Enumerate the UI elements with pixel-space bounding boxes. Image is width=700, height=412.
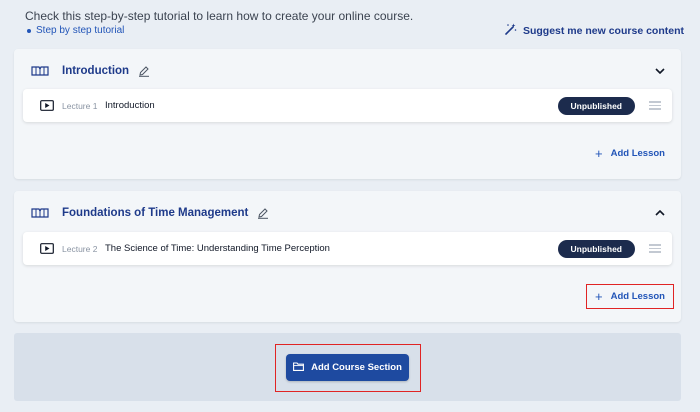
suggest-content-button[interactable]: Suggest me new course content <box>504 23 684 39</box>
course-section-foundations: Foundations of Time Management Lecture 2… <box>14 191 681 322</box>
plus-icon: + <box>595 146 603 161</box>
drag-handle-icon[interactable] <box>649 244 661 253</box>
book-icon <box>30 65 50 77</box>
add-section-area: Add Course Section <box>14 333 681 401</box>
course-section-introduction: Introduction Lecture 1 Introduction Unpu… <box>14 49 681 179</box>
section-header[interactable]: Introduction <box>30 62 665 80</box>
add-course-section-label: Add Course Section <box>311 362 402 373</box>
add-lesson-label: Add Lesson <box>610 291 665 302</box>
add-lesson-button[interactable]: + Add Lesson <box>586 284 674 309</box>
highlight-box: Add Course Section <box>275 344 421 392</box>
edit-pencil-icon[interactable] <box>257 207 269 219</box>
plus-icon: + <box>595 289 603 304</box>
book-icon <box>30 207 50 219</box>
chevron-down-icon[interactable] <box>655 68 665 74</box>
lecture-title: Introduction <box>105 100 155 111</box>
status-badge[interactable]: Unpublished <box>557 96 635 115</box>
tutorial-link[interactable]: Step by step tutorial <box>27 25 124 36</box>
magic-wand-icon <box>504 23 517 39</box>
lecture-title: The Science of Time: Understanding Time … <box>105 243 330 254</box>
add-lesson-label: Add Lesson <box>610 148 665 159</box>
tutorial-link-label: Step by step tutorial <box>36 25 125 36</box>
folder-icon <box>293 361 305 374</box>
video-icon <box>40 243 54 254</box>
suggest-content-label: Suggest me new course content <box>522 25 684 37</box>
status-badge[interactable]: Unpublished <box>557 239 635 258</box>
lecture-row[interactable]: Lecture 2 The Science of Time: Understan… <box>23 232 672 265</box>
drag-handle-icon[interactable] <box>649 101 661 110</box>
edit-pencil-icon[interactable] <box>138 65 150 77</box>
add-course-section-button[interactable]: Add Course Section <box>286 354 409 381</box>
lecture-row[interactable]: Lecture 1 Introduction Unpublished <box>23 89 672 122</box>
lecture-number: Lecture 2 <box>62 243 98 254</box>
lecture-number: Lecture 1 <box>62 100 98 111</box>
add-lesson-button[interactable]: + Add Lesson <box>595 147 665 160</box>
bullet-icon <box>27 28 31 33</box>
chevron-up-icon[interactable] <box>655 210 665 216</box>
section-header[interactable]: Foundations of Time Management <box>30 204 665 222</box>
video-icon <box>40 100 54 111</box>
section-title: Foundations of Time Management <box>62 207 249 219</box>
section-title: Introduction <box>62 65 130 77</box>
intro-text: Check this step-by-step tutorial to lear… <box>25 9 414 23</box>
